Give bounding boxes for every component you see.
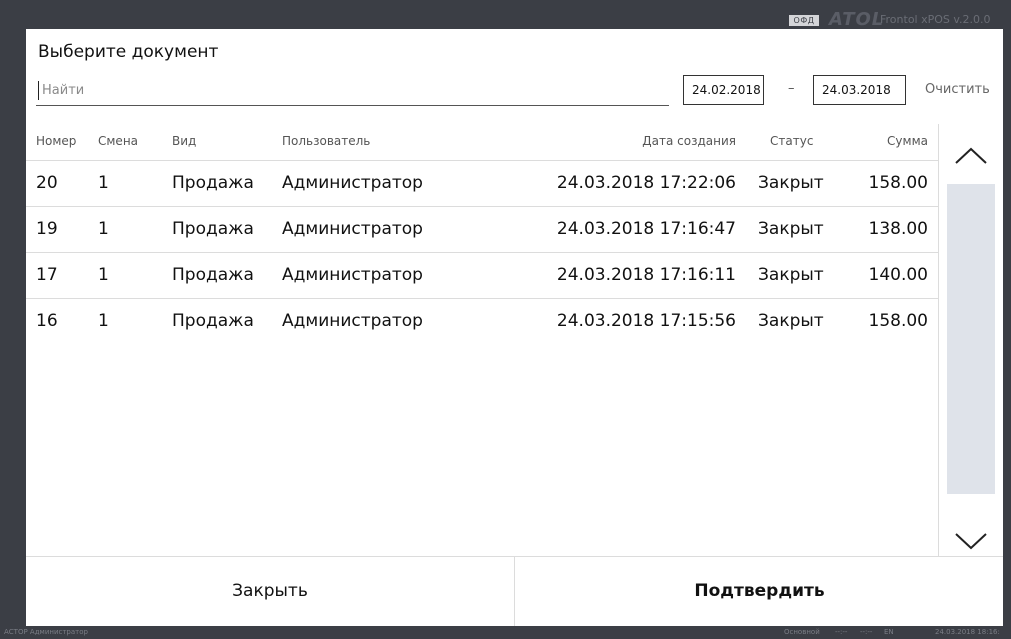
status-bar: АСТОР Администратор Основной --:-- --:--… — [0, 626, 1011, 639]
clear-button[interactable]: Очистить — [925, 82, 990, 97]
chevron-down-icon — [955, 533, 987, 550]
documents-table: Номер Смена Вид Пользователь Дата создан… — [26, 124, 938, 556]
table-row[interactable]: 20 1 Продажа Администратор 24.03.2018 17… — [26, 161, 938, 207]
cell-type: Продажа — [172, 311, 254, 331]
cell-type: Продажа — [172, 265, 254, 285]
cell-created: 24.03.2018 17:16:11 — [556, 265, 736, 285]
select-document-dialog: Выберите документ 24.02.2018 – 24.03.201… — [26, 29, 1003, 626]
column-header-sum[interactable]: Сумма — [866, 133, 928, 149]
cell-sum: 158.00 — [868, 173, 928, 193]
column-header-status[interactable]: Статус — [770, 133, 813, 149]
cell-shift: 1 — [98, 311, 109, 331]
cell-number: 19 — [36, 219, 58, 239]
cell-shift: 1 — [98, 265, 109, 285]
cell-number: 17 — [36, 265, 58, 285]
cell-created: 24.03.2018 17:16:47 — [556, 219, 736, 239]
table-row[interactable]: 16 1 Продажа Администратор 24.03.2018 17… — [26, 299, 938, 345]
cell-user: Администратор — [282, 219, 423, 239]
scrollbar[interactable] — [938, 124, 1003, 556]
cell-created: 24.03.2018 17:22:06 — [556, 173, 736, 193]
scroll-down-button[interactable] — [953, 526, 989, 556]
column-header-user[interactable]: Пользователь — [282, 133, 370, 149]
chevron-up-icon — [955, 147, 987, 164]
cell-number: 16 — [36, 311, 58, 331]
cell-type: Продажа — [172, 219, 254, 239]
cell-user: Администратор — [282, 265, 423, 285]
status-mode: Основной — [784, 628, 820, 636]
atol-logo: ATOL — [829, 9, 885, 30]
dialog-footer: Закрыть Подтвердить — [26, 556, 1003, 626]
status-indicator-1: --:-- — [835, 628, 848, 636]
cell-number: 20 — [36, 173, 58, 193]
cell-shift: 1 — [98, 173, 109, 193]
ofd-badge: ОФД — [789, 15, 819, 26]
cell-user: Администратор — [282, 311, 423, 331]
text-caret — [38, 81, 39, 100]
date-range-separator: – — [788, 81, 795, 96]
cell-status: Закрыт — [758, 173, 824, 193]
top-bar: ОФД ATOL Frontol xPOS v.2.0.0 — [0, 0, 1011, 30]
confirm-button[interactable]: Подтвердить — [514, 557, 1004, 626]
app-version: Frontol xPOS v.2.0.0 — [880, 13, 991, 26]
column-header-number[interactable]: Номер — [36, 133, 76, 149]
status-datetime: 24.03.2018 18:16: — [935, 628, 1000, 636]
date-to-field[interactable]: 24.03.2018 — [813, 75, 906, 105]
cell-status: Закрыт — [758, 311, 824, 331]
table-row[interactable]: 19 1 Продажа Администратор 24.03.2018 17… — [26, 207, 938, 253]
cell-user: Администратор — [282, 173, 423, 193]
status-user: АСТОР Администратор — [4, 628, 88, 636]
search-input[interactable] — [42, 79, 662, 101]
scroll-thumb[interactable] — [947, 184, 995, 494]
cell-sum: 158.00 — [868, 311, 928, 331]
status-language: EN — [884, 628, 894, 636]
column-header-created[interactable]: Дата создания — [586, 133, 736, 149]
scroll-up-button[interactable] — [953, 140, 989, 170]
column-header-type[interactable]: Вид — [172, 133, 196, 149]
column-header-shift[interactable]: Смена — [98, 133, 138, 149]
close-button[interactable]: Закрыть — [26, 557, 514, 626]
cell-sum: 138.00 — [868, 219, 928, 239]
search-box[interactable] — [36, 75, 669, 106]
cell-shift: 1 — [98, 219, 109, 239]
table-row[interactable]: 17 1 Продажа Администратор 24.03.2018 17… — [26, 253, 938, 299]
cell-created: 24.03.2018 17:15:56 — [556, 311, 736, 331]
cell-status: Закрыт — [758, 265, 824, 285]
cell-status: Закрыт — [758, 219, 824, 239]
dialog-title: Выберите документ — [38, 42, 219, 62]
cell-sum: 140.00 — [868, 265, 928, 285]
status-indicator-2: --:-- — [860, 628, 873, 636]
cell-type: Продажа — [172, 173, 254, 193]
date-from-field[interactable]: 24.02.2018 — [683, 75, 764, 105]
